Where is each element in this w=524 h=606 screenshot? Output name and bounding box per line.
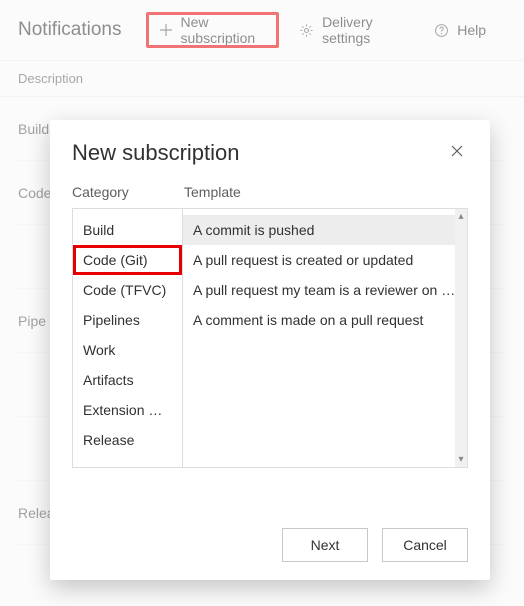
dialog-title: New subscription <box>72 140 240 166</box>
next-button[interactable]: Next <box>282 528 368 562</box>
template-item[interactable]: A comment is made on a pull request <box>183 305 467 335</box>
category-item[interactable]: Pipelines <box>73 305 182 335</box>
dialog-header: New subscription <box>50 120 490 174</box>
category-item[interactable]: Extension … <box>73 395 182 425</box>
list-headers: Category Template <box>72 178 468 208</box>
dialog-body: Category Template BuildCode (Git)Code (T… <box>50 174 490 512</box>
category-item[interactable]: Code (Git) <box>73 245 182 275</box>
category-item[interactable]: Work <box>73 335 182 365</box>
dialog-footer: Next Cancel <box>50 512 490 580</box>
template-item[interactable]: A commit is pushed <box>183 215 467 245</box>
category-item[interactable]: Code (TFVC) <box>73 275 182 305</box>
template-item[interactable]: A pull request my team is a reviewer on … <box>183 275 467 305</box>
category-list[interactable]: BuildCode (Git)Code (TFVC)PipelinesWorkA… <box>73 209 183 467</box>
category-header: Category <box>72 184 184 200</box>
chevron-down-icon: ▾ <box>458 454 463 465</box>
cancel-button[interactable]: Cancel <box>382 528 468 562</box>
template-header: Template <box>184 184 468 200</box>
template-list[interactable]: A commit is pushedA pull request is crea… <box>183 209 467 467</box>
category-item[interactable]: Artifacts <box>73 365 182 395</box>
scrollbar[interactable]: ▴ ▾ <box>455 209 467 467</box>
template-item[interactable]: A pull request is created or updated <box>183 245 467 275</box>
new-subscription-dialog: New subscription Category Template Build… <box>50 120 490 580</box>
close-button[interactable] <box>446 140 468 162</box>
category-item[interactable]: Release <box>73 425 182 455</box>
chevron-up-icon: ▴ <box>458 211 463 222</box>
picker-lists: BuildCode (Git)Code (TFVC)PipelinesWorkA… <box>72 208 468 468</box>
category-item[interactable]: Build <box>73 215 182 245</box>
close-icon <box>450 144 464 158</box>
